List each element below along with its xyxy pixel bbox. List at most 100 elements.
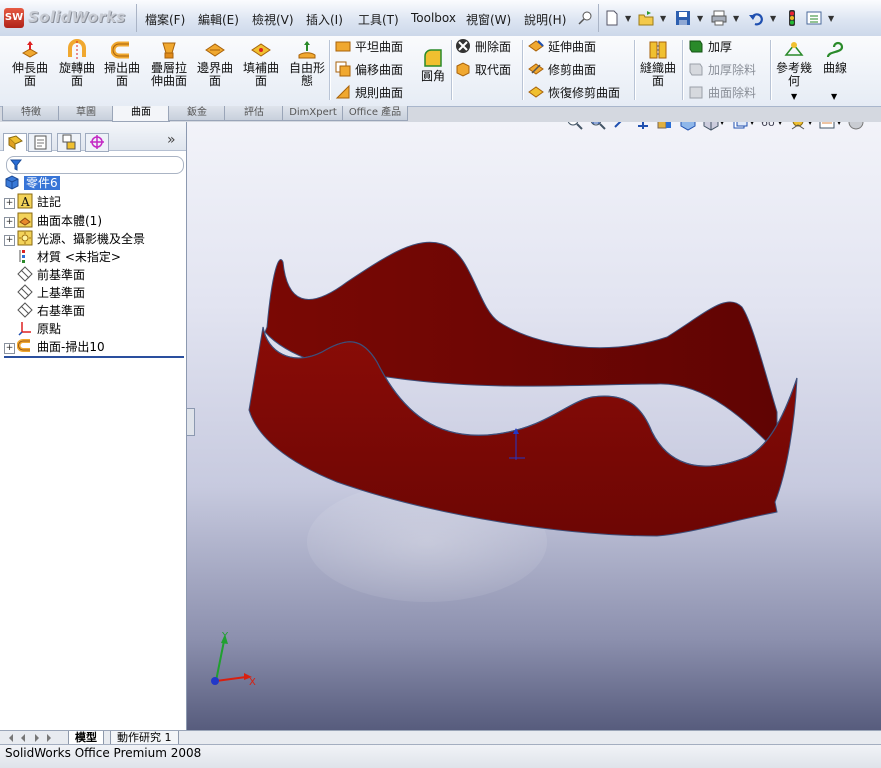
feature-tree-tab[interactable] (3, 133, 27, 151)
tab-dimxpert[interactable]: DimXpert (282, 106, 344, 121)
menu-edit[interactable]: 編輯(E) (198, 11, 239, 28)
reference-geometry-icon (784, 42, 804, 56)
offset-surface-button[interactable]: 偏移曲面 (335, 61, 403, 79)
planar-surface-button[interactable]: 平坦曲面 (335, 38, 403, 56)
fillet-icon (424, 49, 442, 67)
tab-model[interactable]: 模型 (68, 731, 104, 745)
tree-item-plane[interactable]: 右基準面 (4, 302, 85, 320)
tab-motion-study[interactable]: 動作研究 1 (110, 731, 179, 745)
expand-icon[interactable]: + (4, 235, 15, 246)
freeform-button[interactable]: 自由形 態 (286, 39, 328, 88)
plane-icon (17, 302, 37, 318)
tab-sketch[interactable]: 草圖 (58, 106, 114, 121)
menu-toolbox[interactable]: Toolbox (411, 11, 456, 25)
loft-surface-button[interactable]: 疊層拉 伸曲面 (146, 39, 192, 88)
menu-view[interactable]: 檢視(V) (252, 11, 294, 28)
expand-icon[interactable]: + (4, 343, 15, 354)
tab-office-products[interactable]: Office 產品 (342, 106, 408, 121)
save-dropdown-icon[interactable]: ▼ (697, 14, 703, 23)
lights-icon (17, 230, 37, 246)
menu-help[interactable]: 說明(H) (524, 11, 566, 28)
tree-item-surface-bodies[interactable]: + 曲面本體(1) (4, 212, 102, 230)
panel-collapse-handle[interactable] (187, 408, 195, 436)
fillet-label: 圓角 (420, 69, 445, 83)
options-icon[interactable] (806, 10, 822, 26)
fill-surface-button[interactable]: 填補曲 面 (240, 39, 282, 88)
print-icon[interactable] (711, 10, 727, 26)
ruled-surface-icon (335, 84, 350, 99)
expand-icon[interactable]: + (4, 198, 15, 209)
boundary-surface-icon (205, 43, 225, 57)
expand-panel-icon[interactable]: » (167, 132, 176, 148)
trim-surface-label: 修剪曲面 (548, 63, 597, 77)
untrim-surface-button[interactable]: 恢復修剪曲面 (528, 84, 620, 102)
undo-dropdown-icon[interactable]: ▼ (770, 14, 776, 23)
expand-icon[interactable]: + (4, 217, 15, 228)
trim-surface-button[interactable]: 修剪曲面 (528, 61, 596, 79)
surface-cut-button[interactable]: 曲面除料 (688, 84, 756, 102)
extend-surface-button[interactable]: 延伸曲面 (528, 38, 596, 56)
replace-face-label: 取代面 (475, 63, 512, 77)
thicken-cut-button[interactable]: 加厚除料 (688, 61, 756, 79)
fillet-button[interactable]: 圓角 (418, 47, 448, 83)
menu-file[interactable]: 檔案(F) (145, 11, 185, 28)
feature-filter-input[interactable] (6, 156, 184, 174)
feature-manager-tabs: » (0, 122, 186, 152)
dimxpert-icon (90, 135, 104, 149)
configuration-manager-tab[interactable] (57, 133, 81, 152)
menu-bar: SW SolidWorks 檔案(F) 編輯(E) 檢視(V) 插入(I) 工具… (0, 0, 881, 37)
thicken-button[interactable]: 加厚 (688, 38, 732, 56)
curves-dropdown-icon[interactable]: ▼ (831, 92, 837, 101)
sweep-surface-icon (17, 339, 37, 354)
tree-item-label: 曲面本體(1) (37, 214, 102, 228)
tree-item-origin[interactable]: 原點 (4, 320, 61, 338)
tree-item-label: 材質 <未指定> (37, 250, 121, 264)
tab-evaluate[interactable]: 評估 (224, 106, 284, 121)
tree-item-annotations[interactable]: + A 註記 (4, 193, 61, 211)
tree-item-part[interactable]: 零件6 (4, 174, 60, 192)
delete-face-button[interactable]: 刪除面 (455, 38, 511, 56)
tab-surfaces[interactable]: 曲面 (112, 106, 170, 122)
print-dropdown-icon[interactable]: ▼ (733, 14, 739, 23)
reference-geometry-dropdown-icon[interactable]: ▼ (791, 92, 797, 101)
solidworks-logo[interactable]: SW SolidWorks (4, 7, 136, 29)
knit-surface-button[interactable]: 縫織曲 面 (638, 39, 678, 88)
revolve-surface-button[interactable]: 旋轉曲 面 (55, 39, 99, 88)
menu-insert[interactable]: 插入(I) (306, 11, 343, 28)
menu-window[interactable]: 視窗(W) (466, 11, 511, 28)
rollback-bar[interactable] (4, 356, 184, 358)
reference-geometry-button[interactable]: 參考幾 何 (774, 39, 814, 88)
tab-features[interactable]: 特徵 (2, 106, 60, 121)
dimxpert-manager-tab[interactable] (85, 133, 109, 152)
plane-icon (17, 284, 37, 300)
tree-item-sweep-surface[interactable]: + 曲面-掃出10 (4, 338, 105, 356)
options-dropdown-icon[interactable]: ▼ (828, 14, 834, 23)
graphics-area[interactable]: ▼ ▼ 6o ▼ ▼ ▼ (187, 122, 881, 730)
property-manager-tab[interactable] (28, 133, 52, 152)
undo-icon[interactable] (748, 10, 764, 26)
extrude-surface-button[interactable]: 伸長曲 面 (8, 39, 52, 88)
open-icon[interactable] (638, 10, 654, 26)
replace-face-button[interactable]: 取代面 (455, 61, 511, 79)
boundary-surface-button[interactable]: 邊界曲 面 (194, 39, 236, 88)
svg-text:A: A (20, 195, 30, 209)
pin-icon[interactable] (576, 9, 594, 27)
new-dropdown-icon[interactable]: ▼ (625, 14, 631, 23)
rebuild-icon[interactable] (784, 10, 800, 26)
open-dropdown-icon[interactable]: ▼ (660, 14, 666, 23)
ruled-surface-button[interactable]: 規則曲面 (335, 84, 403, 102)
tree-item-lights[interactable]: + 光源、攝影機及全景 (4, 230, 145, 248)
menu-tools[interactable]: 工具(T) (358, 11, 399, 28)
curves-button[interactable]: 曲線 (820, 39, 850, 75)
triad-x-label: X (249, 677, 256, 688)
tree-item-material[interactable]: 材質 <未指定> (4, 248, 121, 266)
tree-item-label: 右基準面 (37, 304, 86, 318)
tab-scroll-buttons[interactable] (6, 732, 64, 743)
sweep-surface-button[interactable]: 掃出曲 面 (102, 39, 142, 88)
save-icon[interactable] (675, 10, 691, 26)
tab-sheet-metal[interactable]: 鈑金 (168, 106, 226, 121)
tree-item-plane[interactable]: 上基準面 (4, 284, 85, 302)
tree-item-plane[interactable]: 前基準面 (4, 266, 85, 284)
fill-surface-label: 填補曲 面 (242, 61, 279, 88)
new-icon[interactable] (604, 10, 620, 26)
